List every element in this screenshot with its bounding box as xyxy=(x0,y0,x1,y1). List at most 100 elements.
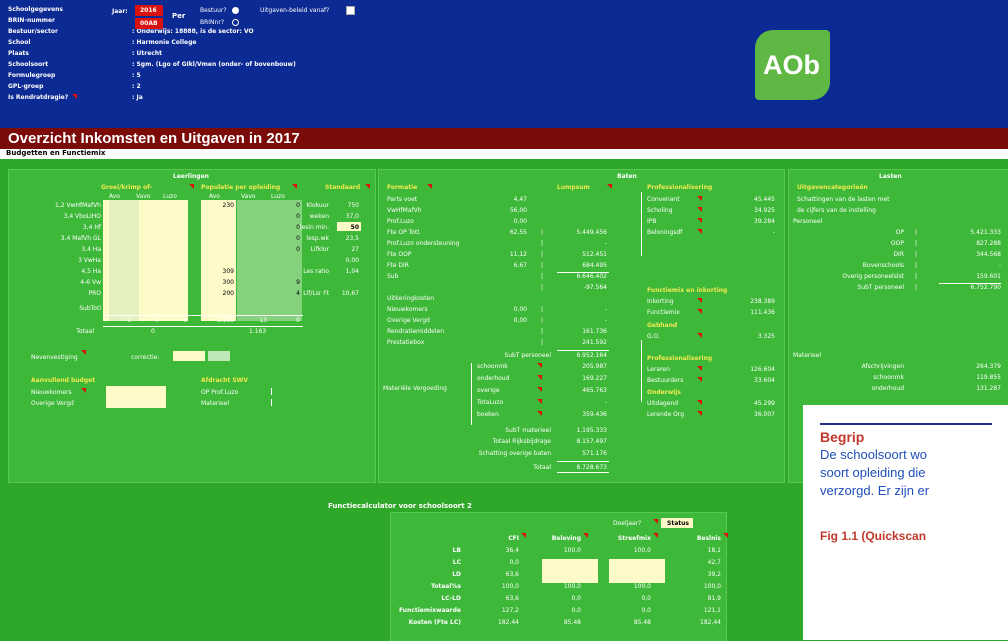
comment-marker[interactable] xyxy=(292,184,297,189)
calc-col-header: Beslnis xyxy=(696,535,721,542)
comment-marker[interactable] xyxy=(81,388,86,393)
separator xyxy=(271,388,272,395)
row-label: 4-6 Vw xyxy=(80,279,101,286)
correctie-output xyxy=(208,351,230,361)
pop-luzo-cell[interactable]: 0 xyxy=(274,202,300,209)
pop-avo-cell[interactable]: 309 xyxy=(201,268,234,275)
streefmix-input[interactable] xyxy=(609,559,665,583)
pop-avo-cell[interactable]: 200 xyxy=(201,290,234,297)
comment-marker[interactable] xyxy=(583,533,588,538)
aanvullend-label: Nieuwkomers xyxy=(31,389,72,396)
year-field[interactable]: 2016 xyxy=(135,5,163,16)
calc-cell: 100,0 xyxy=(633,583,651,590)
comment-marker[interactable] xyxy=(697,333,702,338)
subt-personeel-label: SubT personeel xyxy=(504,352,551,359)
comment-marker[interactable] xyxy=(697,218,702,223)
baten-row-formatie: 0,00 xyxy=(513,306,527,313)
comment-marker[interactable] xyxy=(537,387,542,392)
brin-field[interactable]: 00AB xyxy=(135,18,163,29)
comment-marker[interactable] xyxy=(653,519,658,524)
brinnr-label: BRINnr? xyxy=(200,19,224,26)
comment-marker[interactable] xyxy=(427,184,432,189)
pop-luzo-cell[interactable]: 4 xyxy=(274,290,300,297)
populatie-avo-inputs[interactable] xyxy=(201,200,236,321)
pop-luzo-cell[interactable]: 0 xyxy=(274,246,300,253)
correctie-label: correctie: xyxy=(131,354,160,361)
baten-row-formatie: 4,47 xyxy=(513,196,527,203)
lasten-row-value: - xyxy=(998,262,1001,269)
comment-marker[interactable] xyxy=(697,411,702,416)
calc-row-label: Totaal%s xyxy=(430,583,461,590)
lasten-mat-value: 264.379 xyxy=(976,363,1001,370)
aanvullend-input[interactable] xyxy=(106,386,166,408)
afdracht-label: Materieel xyxy=(201,400,230,407)
comment-marker[interactable] xyxy=(697,377,702,382)
baten-row-lumpsum: 5.449.456 xyxy=(576,229,607,236)
populatie-heading: Populatie per opleiding xyxy=(201,184,281,191)
baten-mat-label: onderhoud xyxy=(477,375,510,382)
comment-marker[interactable] xyxy=(697,298,702,303)
uitgaven-checkbox[interactable] xyxy=(346,6,355,15)
value-plaats: : Utrecht xyxy=(132,50,162,57)
comment-marker[interactable] xyxy=(537,363,542,368)
uitgaven-heading: Uitgavencategorieën xyxy=(797,184,868,191)
comment-marker[interactable] xyxy=(697,366,702,371)
row-label: 3 VwHa xyxy=(78,257,101,264)
section-row-value: 34.925 xyxy=(754,207,775,214)
correctie-input[interactable] xyxy=(173,351,205,361)
comment-marker[interactable] xyxy=(537,399,542,404)
comment-marker[interactable] xyxy=(521,533,526,538)
popup-rule xyxy=(820,423,992,425)
comment-marker[interactable] xyxy=(697,207,702,212)
comment-marker[interactable] xyxy=(653,533,658,538)
pop-luzo-cell[interactable]: 0 xyxy=(274,224,300,231)
row-label: 4,5 Ha xyxy=(81,268,101,275)
subtotal-cell: 0 xyxy=(127,317,131,324)
baten-panel: Baten Formatie Lumpsum Parts voet 4,47 VwH… xyxy=(378,169,785,483)
pop-luzo-cell[interactable]: 0 xyxy=(274,213,300,220)
baten-mat-value: - xyxy=(604,399,607,406)
brinnr-radio[interactable] xyxy=(232,19,239,26)
lasten-row-value: 159.601 xyxy=(976,273,1001,280)
comment-marker[interactable] xyxy=(537,375,542,380)
comment-marker[interactable] xyxy=(697,400,702,405)
pop-avo-cell[interactable]: 230 xyxy=(201,202,234,209)
comment-marker[interactable] xyxy=(537,411,542,416)
baten-mat-label: TotaLuzo xyxy=(477,399,504,406)
comment-marker[interactable] xyxy=(723,533,728,538)
lasten-mat-label: Afschrijvingen xyxy=(861,363,904,370)
pop-avo-cell[interactable]: 300 xyxy=(201,279,234,286)
value-bestuur: : Onderwijs: 18888, is de sector: VO xyxy=(132,28,254,35)
bestuur-radio[interactable] xyxy=(232,7,239,14)
baten-row-formatie: 0,00 xyxy=(513,317,527,324)
comment-marker[interactable] xyxy=(365,184,370,189)
pop-luzo-cell[interactable]: 9 xyxy=(274,279,300,286)
per-label: Per xyxy=(172,12,186,20)
doeljaar-input[interactable]: Status xyxy=(661,518,693,528)
pop-luzo-cell[interactable]: 0 xyxy=(274,235,300,242)
comment-marker[interactable] xyxy=(81,350,86,355)
comment-marker[interactable] xyxy=(697,229,702,234)
col-luzo: Luzo xyxy=(163,193,177,200)
comment-marker[interactable] xyxy=(72,94,77,99)
beleving-input[interactable] xyxy=(542,559,598,583)
section-row-label: Convenant xyxy=(647,196,680,203)
calc-cell: 0,0 xyxy=(641,595,651,602)
comment-marker[interactable] xyxy=(607,184,612,189)
comment-marker[interactable] xyxy=(697,309,702,314)
comment-marker[interactable] xyxy=(697,196,702,201)
afdracht-heading: Afdracht SWV xyxy=(201,377,248,384)
comment-marker[interactable] xyxy=(189,184,194,189)
calc-row-label: LD xyxy=(452,571,461,578)
functiemix-heading: Functiemix en inkorting xyxy=(647,287,728,294)
separator-bar: | xyxy=(541,339,544,346)
subtotal-cell: 0 xyxy=(183,317,187,324)
std-value[interactable]: 50 xyxy=(333,224,359,231)
baten-mat-label: schoonmk xyxy=(477,363,508,370)
col-vavo: Vavo xyxy=(136,193,151,200)
section-row-value: 126.604 xyxy=(750,366,775,373)
baten-row-label: Uitkeringkosten xyxy=(387,295,435,302)
doeljaar-label: Doeljaar? xyxy=(613,520,642,527)
baten-row-lumpsum: - xyxy=(604,306,607,313)
calc-cell: 0,0 xyxy=(641,607,651,614)
